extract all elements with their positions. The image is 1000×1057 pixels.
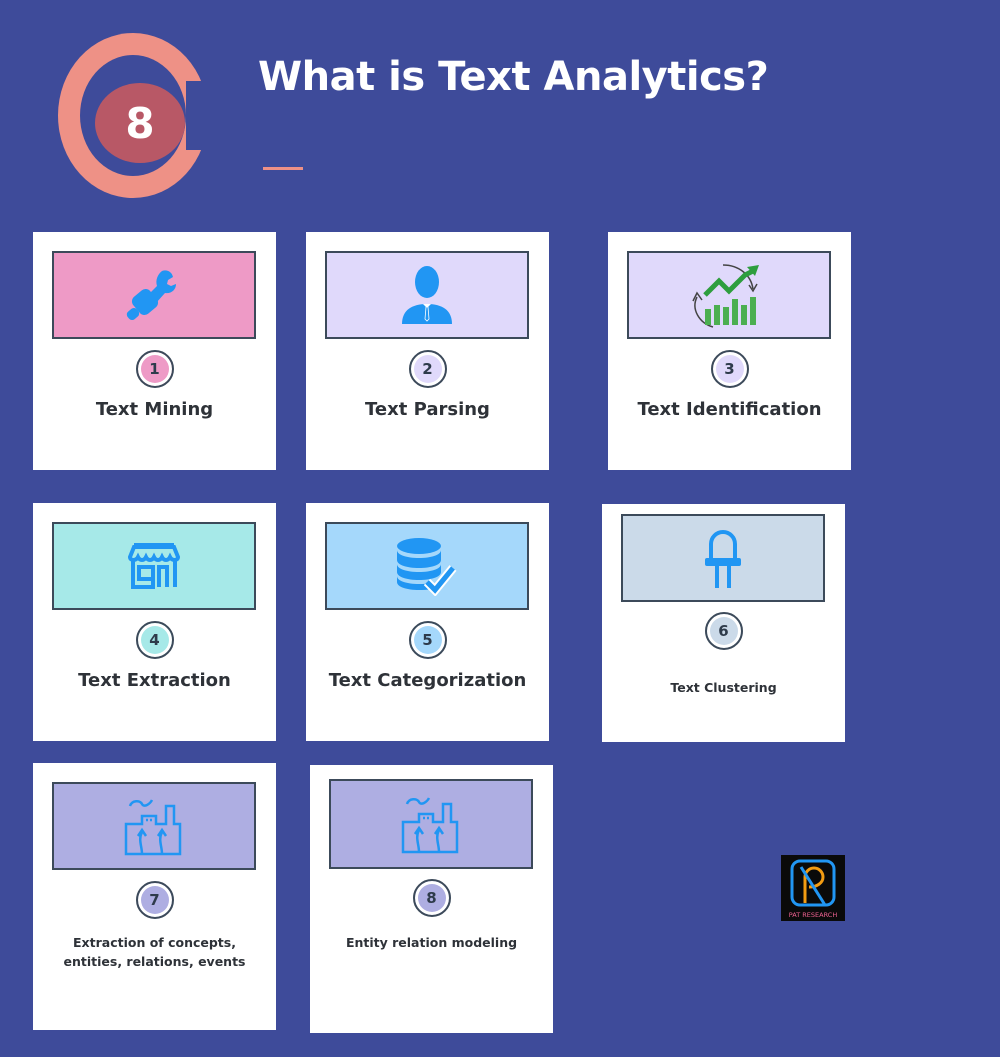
card-text-mining: 1 Text Mining [33,232,276,470]
step-number: 1 [135,350,174,388]
card-label: Text Mining [95,399,214,420]
card-banner [52,251,256,339]
pr-logo-icon: PAT RESEARCH [789,859,838,919]
pat-research-logo: PAT RESEARCH [781,855,845,921]
step-number: 6 [704,612,743,650]
badge-number: 8 [95,83,185,163]
card-label: Entity relation modeling [345,935,518,950]
card-banner [627,251,831,339]
card-banner [325,522,529,610]
card-label: Text Identification [637,399,822,420]
card-text-parsing: 2 Text Parsing [306,232,549,470]
card-label: Text Parsing [365,399,490,420]
card-banner [52,782,256,870]
card-text-extraction: 4 Text Extraction [33,503,276,741]
card-entity-relation-modeling: 8 Entity relation modeling [310,765,553,1033]
step-number: 4 [135,621,174,659]
logo-text: PAT RESEARCH [789,911,838,919]
step-number: 3 [710,350,749,388]
growth-chart-icon [692,264,759,328]
title-underline [263,167,303,170]
hand-wrench-icon [126,270,176,321]
card-banner [325,251,529,339]
card-label: Text Categorization [328,670,527,691]
card-label: Extraction of concepts, entities, relati… [63,935,246,969]
database-check-icon [397,538,457,596]
step-number: 8 [412,879,451,917]
led-icon [705,530,741,588]
card-banner [52,522,256,610]
factory-icon [124,799,182,856]
card-label: Text Extraction [78,670,231,691]
factory-icon [401,797,459,854]
businessman-icon [402,266,452,324]
card-extraction-of-concepts: 7 Extraction of concepts, entities, rela… [33,763,276,1030]
step-number: 5 [408,621,447,659]
step-number: 2 [408,350,447,388]
number-badge: 8 [58,33,226,198]
card-banner [329,779,533,869]
step-number: 7 [135,881,174,919]
card-text-clustering: 6 Text Clustering [602,504,845,742]
card-label: Text Clustering [670,680,777,695]
page-title: What is Text Analytics? [258,54,769,100]
badge-cut [186,81,226,150]
card-text-categorization: 5 Text Categorization [306,503,549,741]
card-text-identification: 3 Text Identification [608,232,851,470]
card-banner [621,514,825,602]
storefront-icon [127,543,181,589]
